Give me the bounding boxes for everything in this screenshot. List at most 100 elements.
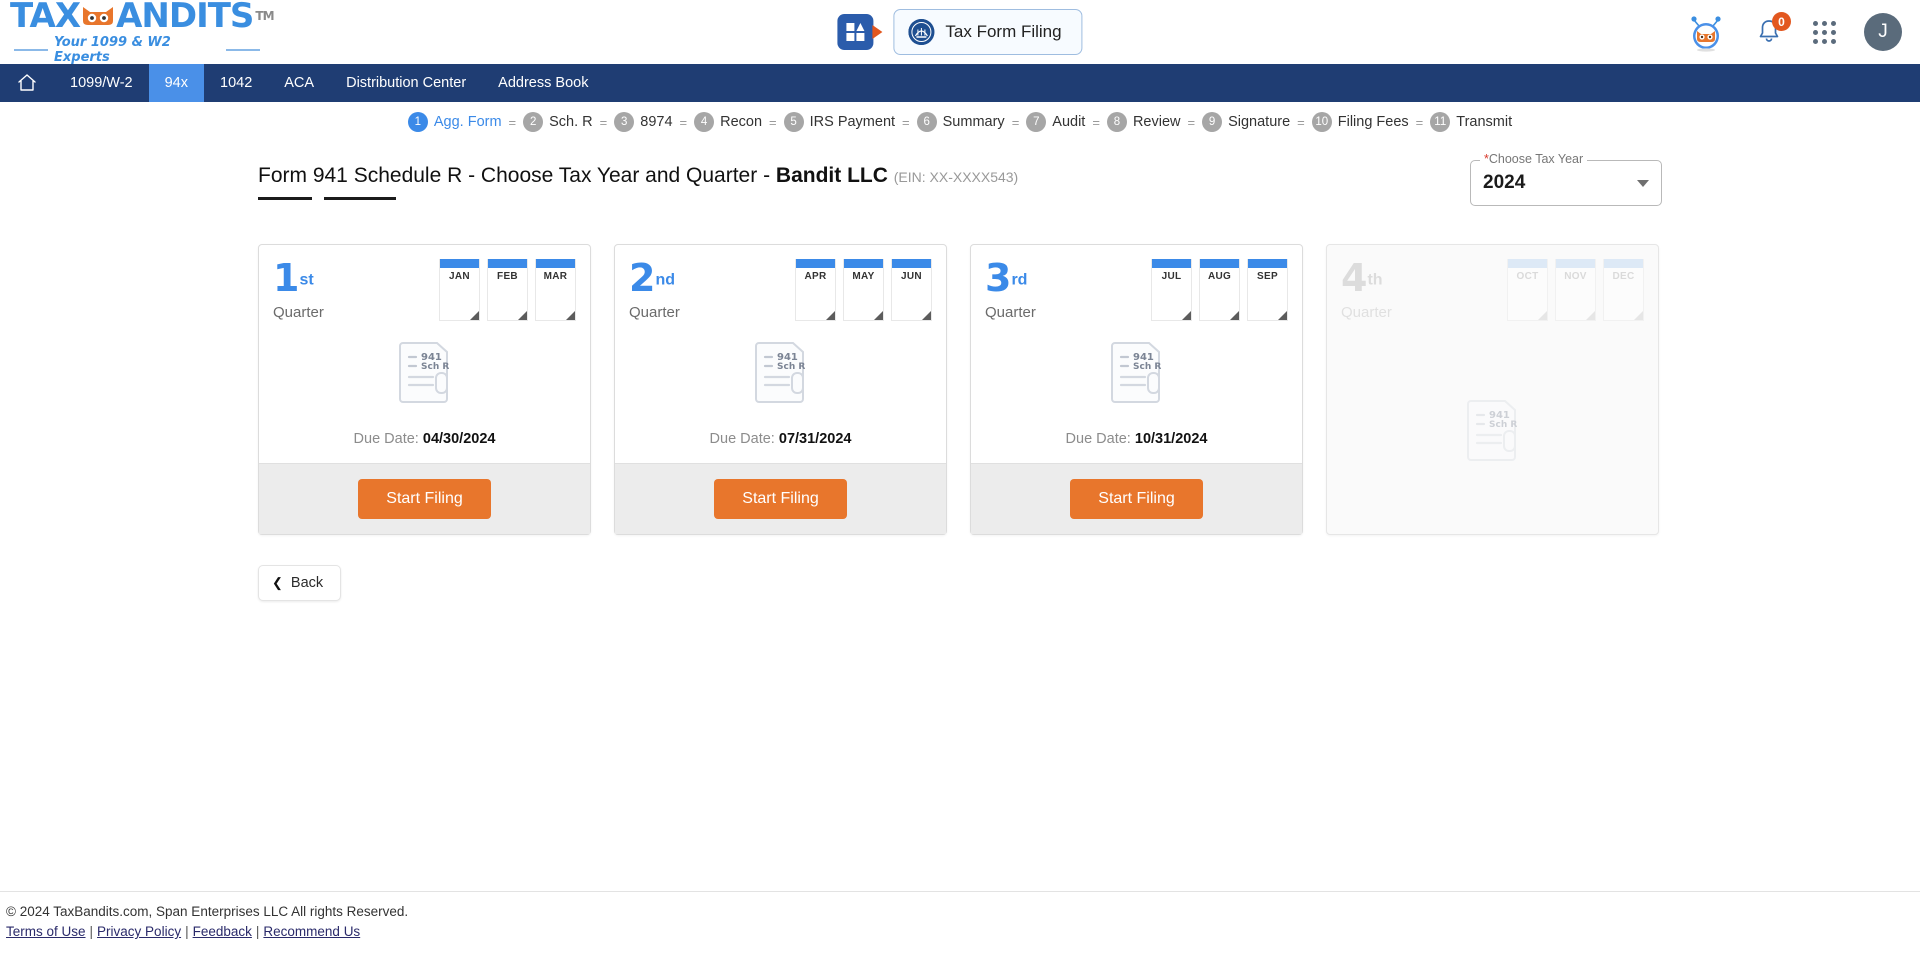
month-chip-aug: AUG (1199, 259, 1240, 321)
title-underline-seg2 (324, 197, 396, 200)
quarter-number-ordinal: rd (1011, 271, 1028, 289)
step-label: Summary (942, 114, 1005, 130)
quarter-card-body: 941 Sch R (615, 321, 946, 417)
step-audit[interactable]: 7 Audit (1026, 112, 1085, 132)
month-chip-oct: OCT (1507, 259, 1548, 321)
home-icon[interactable] (0, 64, 54, 102)
apps-dot (1822, 38, 1827, 44)
form-941-schedule-r-icon: 941 Sch R (1466, 400, 1517, 461)
step-review[interactable]: 8 Review (1106, 112, 1181, 132)
quarter-card-footer: Start Filing (615, 463, 946, 534)
start-filing-button-q3[interactable]: Start Filing (1070, 479, 1203, 519)
step-8974[interactable]: 3 8974 (614, 112, 673, 132)
footer-link-separator: | (89, 924, 94, 939)
step-agg-form[interactable]: 1 Agg. Form (407, 112, 502, 132)
quarter-card-2[interactable]: 2nd Quarter APR MAY JUN 941 Sch R Due Da… (614, 244, 947, 535)
step-number: 11 (1430, 112, 1451, 132)
nav-item-address-book[interactable]: Address Book (482, 64, 604, 102)
due-date-value: 04/30/2024 (422, 431, 496, 447)
step-separator: = (1297, 114, 1305, 130)
tax-year-label: *Choose Tax Year (1480, 152, 1588, 166)
start-filing-button-q1[interactable]: Start Filing (358, 479, 491, 519)
quarter-number-ordinal: nd (655, 271, 675, 289)
quarter-months: JUL AUG SEP (1151, 259, 1288, 321)
apps-dot (1831, 38, 1836, 44)
title-underline (258, 197, 1018, 200)
step-number: 5 (783, 112, 804, 132)
apps-dot (1813, 20, 1818, 26)
page-footer: © 2024 TaxBandits.com, Span Enterprises … (0, 891, 1920, 953)
back-button-label: Back (290, 575, 324, 591)
nav-item-distribution-center[interactable]: Distribution Center (330, 64, 482, 102)
quarter-number: 4th (1341, 259, 1392, 297)
step-label: Sch. R (549, 114, 593, 130)
logo-tagline-row: Your 1099 & W2 Experts (14, 35, 260, 65)
company-ein: (EIN: XX-XXXX543) (893, 169, 1019, 185)
tax-form-filing-button[interactable]: Tax Form Filing (893, 9, 1083, 55)
step-recon[interactable]: 4 Recon (694, 112, 762, 132)
apps-dot (1831, 29, 1836, 35)
start-filing-button-q2[interactable]: Start Filing (714, 479, 847, 519)
bandit-mascot-icon[interactable] (1685, 11, 1727, 53)
footer-link-feedback[interactable]: Feedback (193, 924, 252, 939)
nav-item-aca[interactable]: ACA (268, 64, 330, 102)
tax-year-select-box[interactable]: 2024 (1470, 160, 1662, 206)
month-chip-label: MAR (543, 271, 568, 282)
step-summary[interactable]: 6 Summary (916, 112, 1005, 132)
tax-year-label-text: Choose Tax Year (1488, 152, 1584, 166)
step-transmit[interactable]: 11 Transmit (1430, 112, 1512, 132)
step-number: 10 (1311, 112, 1332, 132)
quarter-number-ordinal: th (1367, 271, 1383, 289)
nav-item-1042[interactable]: 1042 (204, 64, 268, 102)
apps-dot (1813, 38, 1818, 44)
dashboard-grid-icon[interactable] (837, 14, 883, 50)
back-button[interactable]: ❮ Back (258, 565, 342, 601)
month-chip-bar (796, 259, 835, 268)
chevron-down-icon[interactable] (1637, 179, 1649, 187)
month-chip-bar (1200, 259, 1239, 268)
step-filing-fees[interactable]: 10 Filing Fees (1311, 112, 1409, 132)
tax-year-select[interactable]: 2024 *Choose Tax Year (1470, 152, 1662, 206)
quarter-word: Quarter (273, 304, 324, 321)
step-label: IRS Payment (809, 114, 896, 130)
apps-grid-icon[interactable] (1813, 20, 1836, 44)
quarter-card-header: 1st Quarter JAN FEB MAR (259, 245, 590, 321)
quarter-word: Quarter (1341, 304, 1392, 321)
nav-item-94x[interactable]: 94x (148, 64, 204, 102)
step-label: 8974 (640, 114, 673, 130)
quarter-number-digit: 3 (985, 256, 1012, 300)
month-chip-apr: APR (795, 259, 836, 321)
nav-item-1099-w2[interactable]: 1099/W-2 (54, 64, 149, 102)
step-irs-payment[interactable]: 5 IRS Payment (783, 112, 896, 132)
svg-text:Sch R: Sch R (1133, 362, 1161, 372)
taxbandits-logo[interactable]: TAX ANDITS TM Your 1099 & W2 Experts (10, 0, 275, 65)
form-941-schedule-r-icon: 941 Sch R (398, 342, 449, 403)
page-title-block: Form 941 Schedule R - Choose Tax Year an… (258, 164, 1018, 200)
quarter-word: Quarter (985, 304, 1036, 321)
month-chip-label: JUL (1161, 271, 1182, 282)
main-navigation: 1099/W-2 94x 1042 ACA Distribution Cente… (0, 64, 1920, 102)
page-fold-icon (518, 311, 527, 320)
footer-link-recommend-us[interactable]: Recommend Us (263, 924, 360, 939)
quarter-card-footer: Start Filing (971, 463, 1302, 534)
page-fold-icon (1278, 311, 1287, 320)
company-prefix: - (757, 164, 776, 187)
step-separator: = (1415, 114, 1424, 130)
quarter-card-1[interactable]: 1st Quarter JAN FEB MAR 941 Sch R Due Da… (258, 244, 591, 535)
header-right-actions: 0 J (1685, 11, 1902, 53)
quarter-card-3[interactable]: 3rd Quarter JUL AUG SEP 941 Sch R Due Da… (970, 244, 1303, 535)
footer-link-privacy-policy[interactable]: Privacy Policy (97, 924, 181, 939)
quarter-number: 2nd (629, 259, 680, 297)
step-sch-r[interactable]: 2 Sch. R (523, 112, 593, 132)
quarter-number-digit: 2 (629, 256, 656, 300)
progress-stepper: 1 Agg. Form = 2 Sch. R = 3 8974 = 4 Recon = 5 IRS Pay… (0, 102, 1920, 142)
step-separator: = (1187, 114, 1196, 130)
step-label: Review (1132, 114, 1181, 130)
page-fold-icon (826, 311, 835, 320)
footer-link-terms-of-use[interactable]: Terms of Use (6, 924, 86, 939)
notification-bell-icon[interactable]: 0 (1755, 12, 1791, 47)
month-chip-jun: JUN (891, 259, 932, 321)
step-separator: = (1011, 114, 1020, 130)
step-signature[interactable]: 9 Signature (1202, 112, 1290, 132)
user-avatar[interactable]: J (1864, 13, 1902, 51)
